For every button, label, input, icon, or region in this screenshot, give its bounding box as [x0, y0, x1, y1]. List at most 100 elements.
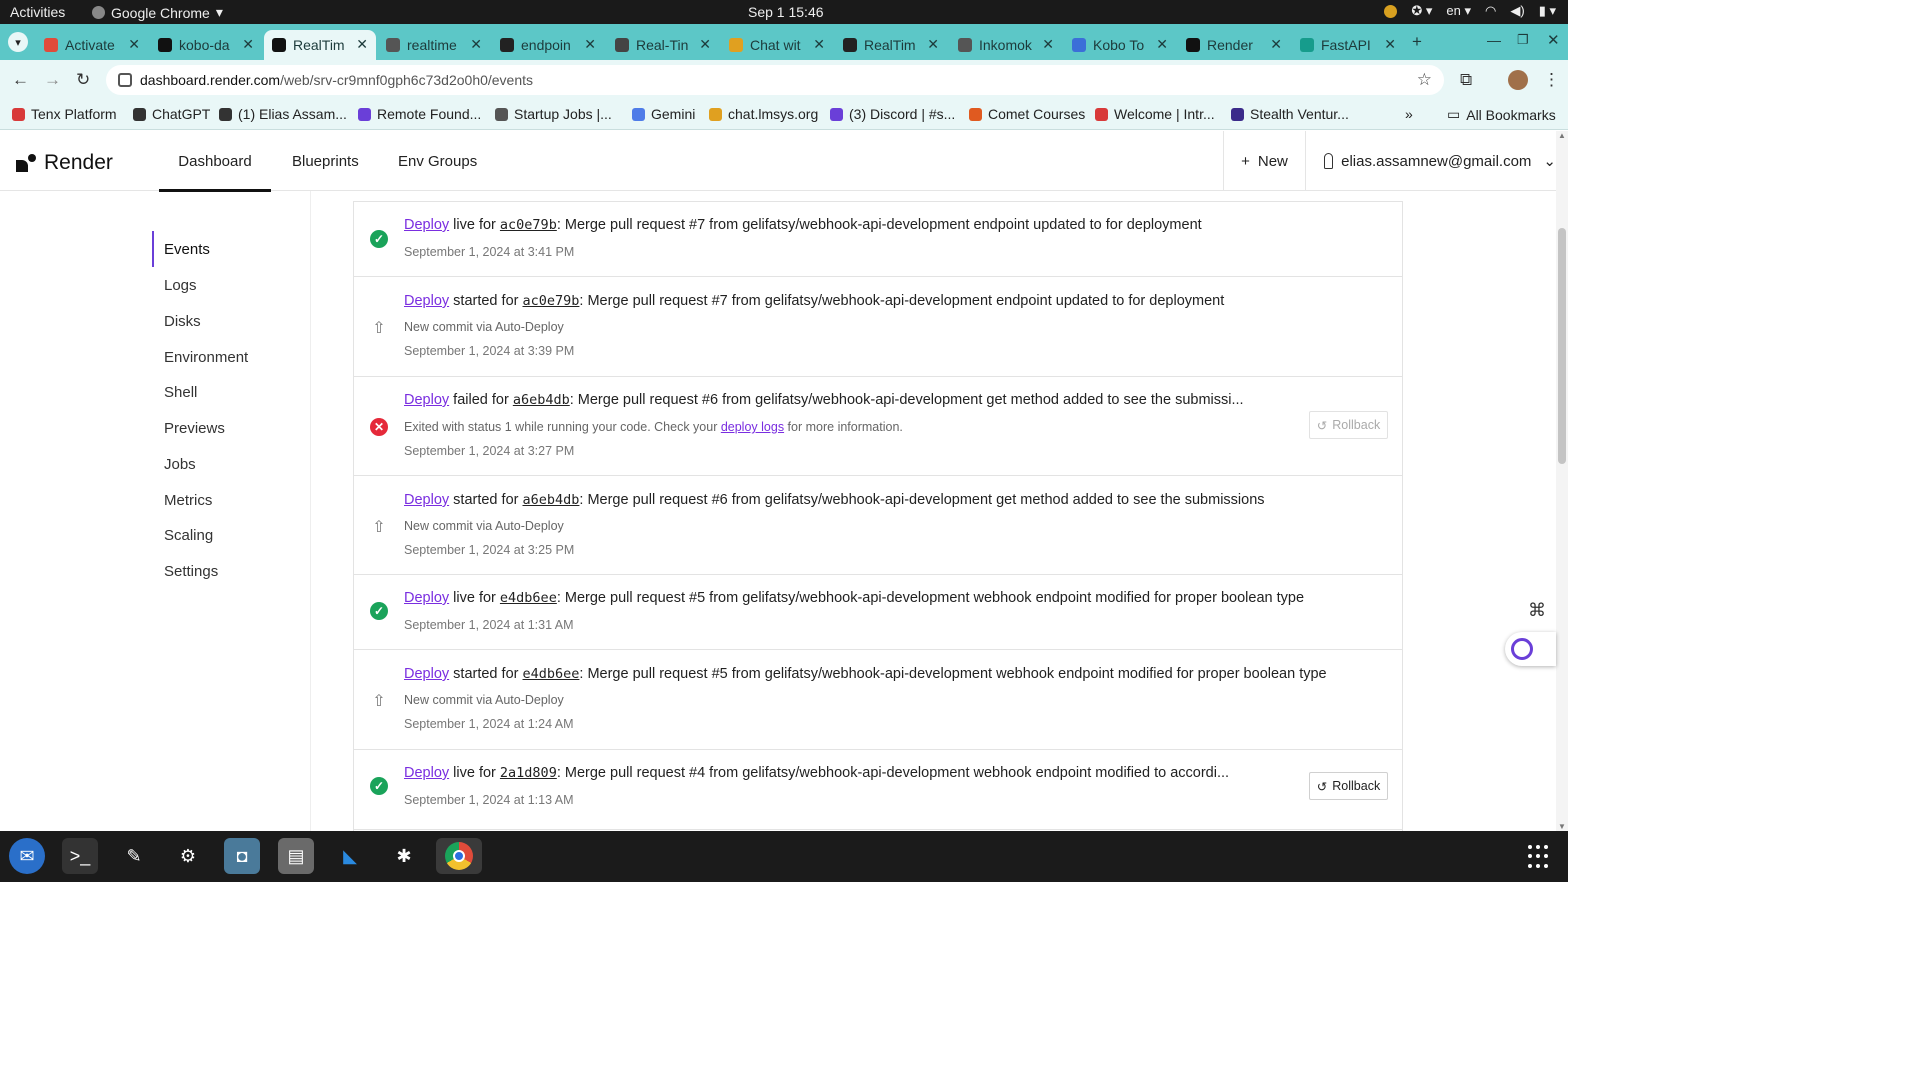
bookmark-item[interactable]: ChatGPT	[133, 106, 210, 122]
bookmarks-overflow[interactable]: »	[1405, 106, 1413, 122]
sidebar-item-jobs[interactable]: Jobs	[164, 456, 196, 473]
extensions-icon[interactable]: ⧉	[1460, 70, 1472, 90]
sidebar-item-environment[interactable]: Environment	[164, 349, 248, 366]
close-window-icon[interactable]: ✕	[1547, 31, 1560, 49]
commit-hash[interactable]: e4db6ee	[500, 590, 557, 606]
scrollbar-thumb[interactable]	[1558, 228, 1566, 464]
commit-hash[interactable]: a6eb4db	[513, 392, 570, 408]
nav-blueprints[interactable]: Blueprints	[292, 153, 359, 170]
sidebar-item-logs[interactable]: Logs	[164, 277, 197, 294]
browser-tab[interactable]: Real-Tin ✕	[607, 30, 719, 60]
chrome-tray-icon[interactable]	[1384, 4, 1398, 18]
back-icon[interactable]: ←	[12, 70, 29, 90]
settings-icon[interactable]: ⚙	[170, 838, 206, 874]
bookmark-item[interactable]: (1) Elias Assam...	[219, 106, 347, 122]
deploy-link[interactable]: Deploy	[404, 217, 449, 233]
browser-tab[interactable]: kobo-da ✕	[150, 30, 262, 60]
nav-env-groups[interactable]: Env Groups	[398, 153, 477, 170]
close-tab-icon[interactable]: ✕	[128, 36, 140, 53]
browser-tab[interactable]: RealTim ✕	[835, 30, 947, 60]
commit-hash[interactable]: ac0e79b	[500, 217, 557, 233]
page-scrollbar[interactable]: ▲ ▼	[1556, 131, 1568, 831]
nav-dashboard[interactable]: Dashboard	[159, 153, 271, 192]
bookmark-item[interactable]: chat.lmsys.org	[709, 106, 818, 122]
browser-tab[interactable]: Render ✕	[1178, 30, 1290, 60]
new-button[interactable]: + New	[1223, 131, 1305, 191]
deploy-logs-link[interactable]: deploy logs	[721, 420, 784, 434]
restore-icon[interactable]: ❐	[1517, 32, 1529, 48]
forward-icon[interactable]: →	[44, 70, 61, 90]
vscode-icon[interactable]: ◣	[332, 838, 368, 874]
commit-hash[interactable]: 2a1d809	[500, 765, 557, 781]
bookmark-item[interactable]: Stealth Ventur...	[1231, 106, 1349, 122]
close-tab-icon[interactable]: ✕	[699, 36, 711, 53]
rollback-button[interactable]: ↺ Rollback	[1309, 772, 1388, 800]
sidebar-item-scaling[interactable]: Scaling	[164, 527, 213, 544]
browser-tab[interactable]: Inkomok ✕	[950, 30, 1062, 60]
browser-tab[interactable]: RealTim ✕	[264, 30, 376, 60]
profile-avatar[interactable]	[1508, 70, 1528, 90]
bookmark-item[interactable]: Startup Jobs |...	[495, 106, 612, 122]
deploy-link[interactable]: Deploy	[404, 392, 449, 408]
deploy-link[interactable]: Deploy	[404, 293, 449, 309]
bookmark-item[interactable]: Gemini	[632, 106, 695, 122]
scroll-up-icon[interactable]: ▲	[1558, 131, 1566, 140]
terminal-icon[interactable]: >_	[62, 838, 98, 874]
chrome-menu-icon[interactable]: ⋮	[1543, 70, 1560, 90]
close-tab-icon[interactable]: ✕	[1156, 36, 1168, 53]
browser-tab[interactable]: Chat wit ✕	[721, 30, 833, 60]
close-tab-icon[interactable]: ✕	[356, 36, 368, 53]
bookmark-star-icon[interactable]: ☆	[1417, 70, 1432, 90]
deploy-link[interactable]: Deploy	[404, 590, 449, 606]
close-tab-icon[interactable]: ✕	[927, 36, 939, 53]
sidebar-item-previews[interactable]: Previews	[164, 420, 225, 437]
deploy-link[interactable]: Deploy	[404, 765, 449, 781]
bookmark-item[interactable]: Comet Courses	[969, 106, 1085, 122]
reload-icon[interactable]: ↻	[76, 70, 90, 90]
close-tab-icon[interactable]: ✕	[1384, 36, 1396, 53]
activities-button[interactable]: Activities	[10, 4, 65, 20]
minimize-icon[interactable]: —	[1487, 32, 1501, 48]
close-tab-icon[interactable]: ✕	[813, 36, 825, 53]
assistant-widget[interactable]	[1505, 632, 1556, 666]
command-shortcut-icon[interactable]: ⌘	[1520, 595, 1554, 625]
deploy-link[interactable]: Deploy	[404, 666, 449, 682]
commit-hash[interactable]: ac0e79b	[523, 293, 580, 309]
wifi-icon[interactable]: ◠	[1485, 3, 1496, 19]
bookmark-item[interactable]: Remote Found...	[358, 106, 481, 122]
deploy-link[interactable]: Deploy	[404, 492, 449, 508]
account-menu[interactable]: elias.assamnew@gmail.com ⌄	[1305, 131, 1556, 191]
browser-tab[interactable]: Kobo To ✕	[1064, 30, 1176, 60]
commit-hash[interactable]: e4db6ee	[523, 666, 580, 682]
site-info-icon[interactable]	[118, 73, 132, 87]
language-indicator[interactable]: en ▾	[1446, 3, 1471, 19]
sidebar-item-metrics[interactable]: Metrics	[164, 492, 212, 509]
browser-tab[interactable]: realtime ✕	[378, 30, 490, 60]
browser-tab[interactable]: Activate ✕	[36, 30, 148, 60]
address-bar[interactable]: dashboard.render.com/web/srv-cr9mnf0gph6…	[106, 65, 1444, 95]
close-tab-icon[interactable]: ✕	[470, 36, 482, 53]
browser-tab[interactable]: endpoin ✕	[492, 30, 604, 60]
screenshot-icon[interactable]: ◘	[224, 838, 260, 874]
chrome-dock-icon[interactable]	[436, 838, 482, 874]
tab-search-icon[interactable]: ▾	[8, 32, 28, 52]
render-logo[interactable]: Render	[16, 151, 113, 175]
close-tab-icon[interactable]: ✕	[584, 36, 596, 53]
accessibility-icon[interactable]: ✪ ▾	[1411, 3, 1432, 19]
text-editor-icon[interactable]: ✎	[116, 838, 152, 874]
sidebar-item-events[interactable]: Events	[164, 241, 210, 258]
close-tab-icon[interactable]: ✕	[1270, 36, 1282, 53]
files-icon[interactable]: ▤	[278, 838, 314, 874]
battery-icon[interactable]: ▮ ▾	[1539, 3, 1556, 19]
app-menu[interactable]: Google Chrome ▾	[92, 4, 223, 21]
bookmark-item[interactable]: Welcome | Intr...	[1095, 106, 1215, 122]
volume-icon[interactable]: ◀)	[1510, 3, 1524, 19]
slack-icon[interactable]: ✱	[386, 838, 422, 874]
thunderbird-icon[interactable]: ✉	[9, 838, 45, 874]
close-tab-icon[interactable]: ✕	[242, 36, 254, 53]
system-tray[interactable]: ✪ ▾ en ▾ ◠ ◀) ▮ ▾	[1384, 3, 1556, 19]
close-tab-icon[interactable]: ✕	[1042, 36, 1054, 53]
new-tab-icon[interactable]: +	[1412, 32, 1422, 52]
show-apps-icon[interactable]	[1528, 845, 1552, 869]
rollback-button[interactable]: ↺ Rollback	[1309, 411, 1388, 439]
